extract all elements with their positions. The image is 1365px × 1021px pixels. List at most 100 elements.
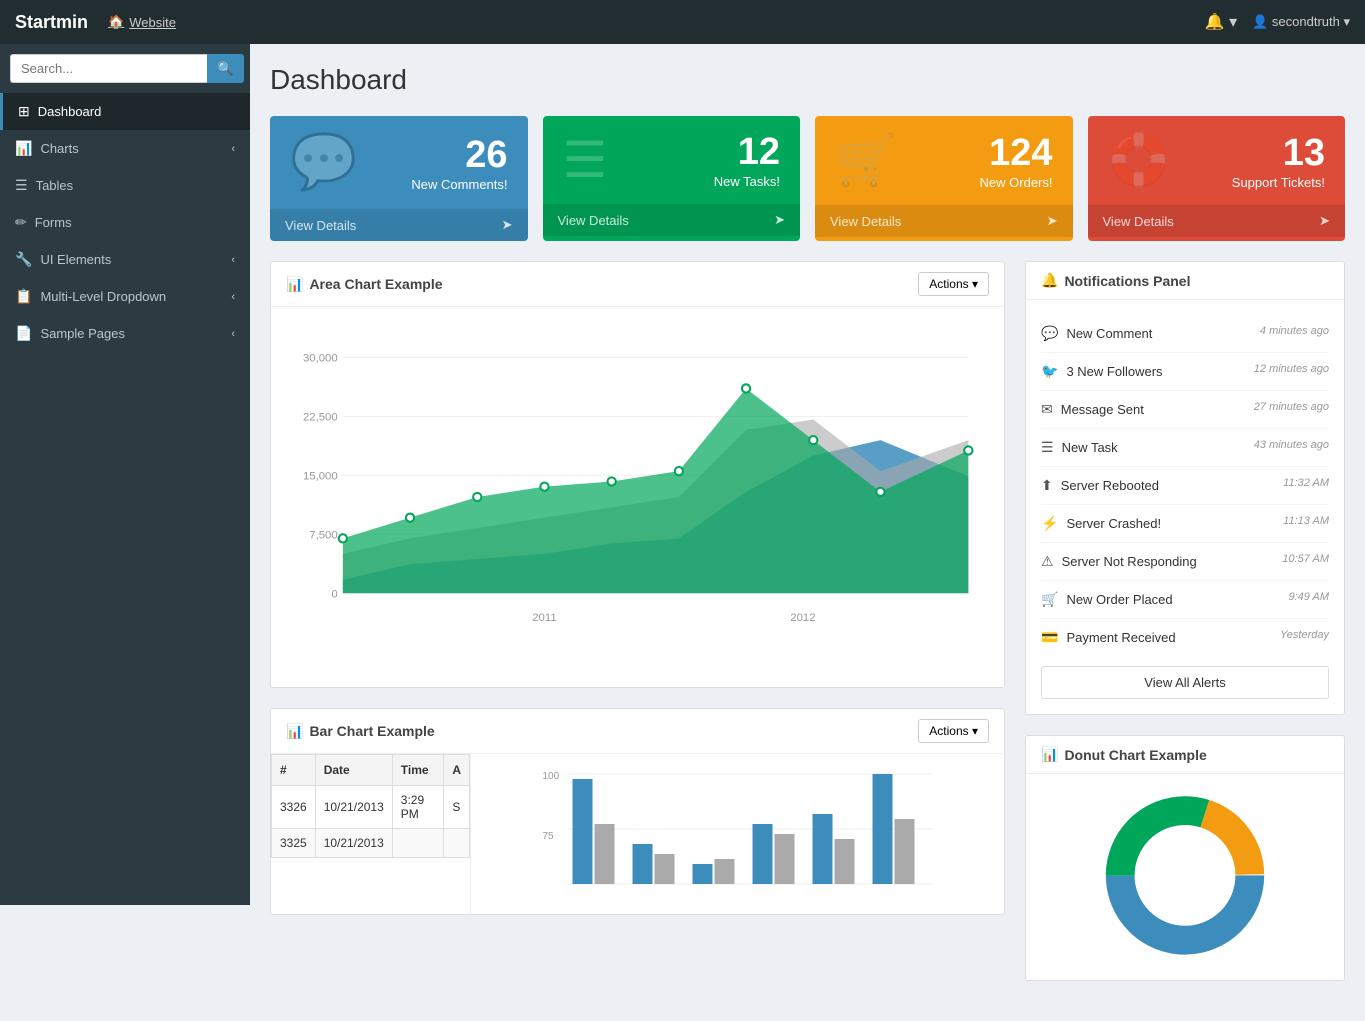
notifications-list: 💬 New Comment 4 minutes ago 🐦 3 New Foll…: [1041, 315, 1329, 656]
bar-chart-data-table: # Date Time A 3326 10/21/201: [271, 754, 470, 858]
donut-chart-svg: [1041, 789, 1329, 962]
list-item: ⬆ Server Rebooted 11:32 AM: [1041, 467, 1329, 505]
sample-pages-icon: 📄: [15, 325, 32, 342]
col-header-id: #: [272, 755, 316, 786]
notif-label: New Order Placed: [1066, 592, 1172, 607]
cell-id: 3325: [272, 829, 316, 858]
comment-icon: 💬: [1041, 325, 1058, 342]
cell-date: 10/21/2013: [315, 829, 392, 858]
content-grid: 📊 Area Chart Example Actions ▾: [270, 261, 1345, 1001]
tasks-view-details[interactable]: View Details: [558, 213, 629, 228]
notif-label: Payment Received: [1066, 630, 1175, 645]
tickets-view-details[interactable]: View Details: [1103, 214, 1174, 229]
sidebar-search: 🔍: [0, 44, 250, 93]
bar-chart-icon: 📊: [286, 723, 303, 740]
area-chart-actions-button[interactable]: Actions ▾: [918, 272, 989, 296]
notif-time: 12 minutes ago: [1254, 363, 1329, 375]
col-header-val: A: [444, 755, 470, 786]
user-icon: 👤: [1252, 14, 1268, 29]
svg-text:2012: 2012: [790, 612, 815, 624]
tickets-icon: 🛟: [1108, 131, 1170, 190]
user-menu[interactable]: 👤 secondtruth ▾: [1252, 14, 1350, 30]
arrow-circle-icon: ➤: [1319, 213, 1330, 229]
arrow-circle-icon: ➤: [1047, 213, 1058, 229]
ui-elements-icon: 🔧: [15, 251, 32, 268]
sidebar-item-label: Forms: [35, 215, 72, 230]
sidebar-item-label: Tables: [36, 178, 74, 193]
bar-chart-table: # Date Time A 3326 10/21/201: [271, 754, 471, 914]
bar-chart-title: 📊 Bar Chart Example: [286, 723, 435, 740]
warning-icon: ⚠: [1041, 553, 1054, 570]
chevron-right-icon: ‹: [231, 291, 235, 303]
bar-chart-visual: 100 75: [471, 754, 1004, 914]
cell-id: 3326: [272, 786, 316, 829]
list-item: 🛒 New Order Placed 9:49 AM: [1041, 581, 1329, 619]
comments-label: New Comments!: [411, 177, 507, 192]
notifications-panel: 🔔 Notifications Panel 💬 New Comment 4 mi…: [1025, 261, 1345, 715]
bell-icon: 🔔: [1041, 272, 1058, 289]
website-link[interactable]: 🏠 Website: [108, 14, 176, 30]
home-icon: 🏠: [108, 14, 124, 30]
bar-chart-actions-button[interactable]: Actions ▾: [918, 719, 989, 743]
orders-label: New Orders!: [980, 175, 1053, 190]
charts-icon: 📊: [15, 140, 32, 157]
notif-time: 11:32 AM: [1283, 477, 1329, 489]
chevron-right-icon: ‹: [231, 254, 235, 266]
server-crash-icon: ⚡: [1041, 515, 1058, 532]
list-item: 💬 New Comment 4 minutes ago: [1041, 315, 1329, 353]
table-row: 3325 10/21/2013: [272, 829, 470, 858]
list-item: ☰ New Task 43 minutes ago: [1041, 429, 1329, 467]
col-header-date: Date: [315, 755, 392, 786]
svg-text:30,000: 30,000: [303, 353, 338, 365]
view-all-alerts-button[interactable]: View All Alerts: [1041, 666, 1329, 699]
cell-date: 10/21/2013: [315, 786, 392, 829]
notif-label: Server Crashed!: [1066, 516, 1161, 531]
top-nav: Startmin 🏠 Website 🔔 ▾ 👤 secondtruth ▾: [0, 0, 1365, 44]
cell-val: S: [444, 786, 470, 829]
sidebar-item-dashboard[interactable]: ⊞ Dashboard: [0, 93, 250, 130]
notif-label: Server Not Responding: [1062, 554, 1197, 569]
sidebar-item-label: Sample Pages: [40, 326, 125, 341]
search-button[interactable]: 🔍: [207, 54, 244, 83]
stat-card-comments: 💬 26 New Comments! View Details ➤: [270, 116, 528, 241]
sidebar-item-label: Dashboard: [38, 104, 102, 119]
comments-count: 26: [411, 134, 507, 177]
tasks-icon: ☰: [563, 131, 608, 189]
dashboard-icon: ⊞: [18, 103, 30, 120]
area-chart-title: 📊 Area Chart Example: [286, 276, 443, 293]
forms-icon: ✏: [15, 214, 27, 231]
tickets-count: 13: [1232, 132, 1325, 175]
notif-time: 11:13 AM: [1283, 515, 1329, 527]
notifications-title: 🔔 Notifications Panel: [1041, 272, 1190, 289]
bar-chart-panel: 📊 Bar Chart Example Actions ▾ #: [270, 708, 1005, 915]
comments-view-details[interactable]: View Details: [285, 218, 356, 233]
area-chart-panel: 📊 Area Chart Example Actions ▾: [270, 261, 1005, 688]
sidebar-item-tables[interactable]: ☰ Tables: [0, 167, 250, 204]
arrow-circle-icon: ➤: [502, 217, 513, 233]
main-content: Dashboard 💬 26 New Comments! View Detail…: [250, 44, 1365, 1021]
tasks-label: New Tasks!: [714, 174, 780, 189]
orders-count: 124: [980, 132, 1053, 175]
notification-bell[interactable]: 🔔 ▾: [1205, 12, 1237, 32]
sidebar-item-label: UI Elements: [40, 252, 111, 267]
email-icon: ✉: [1041, 401, 1053, 418]
sidebar-item-ui-elements[interactable]: 🔧 UI Elements ‹: [0, 241, 250, 278]
cell-time: 3:29 PM: [392, 786, 444, 829]
notif-time: 27 minutes ago: [1254, 401, 1329, 413]
tables-icon: ☰: [15, 177, 28, 194]
notif-label: New Task: [1062, 440, 1118, 455]
list-item: ✉ Message Sent 27 minutes ago: [1041, 391, 1329, 429]
payment-icon: 💳: [1041, 629, 1058, 646]
orders-icon: 🛒: [835, 131, 897, 190]
sidebar-item-charts[interactable]: 📊 Charts ‹: [0, 130, 250, 167]
search-input[interactable]: [10, 54, 207, 83]
sidebar-item-multi-level[interactable]: 📋 Multi-Level Dropdown ‹: [0, 278, 250, 315]
notif-time: 43 minutes ago: [1254, 439, 1329, 451]
sidebar-item-forms[interactable]: ✏ Forms: [0, 204, 250, 241]
table-row: 3326 10/21/2013 3:29 PM S: [272, 786, 470, 829]
donut-chart-panel: 📊 Donut Chart Example: [1025, 735, 1345, 981]
stat-card-orders: 🛒 124 New Orders! View Details ➤: [815, 116, 1073, 241]
sidebar-item-sample-pages[interactable]: 📄 Sample Pages ‹: [0, 315, 250, 352]
notif-time: Yesterday: [1280, 629, 1329, 641]
orders-view-details[interactable]: View Details: [830, 214, 901, 229]
